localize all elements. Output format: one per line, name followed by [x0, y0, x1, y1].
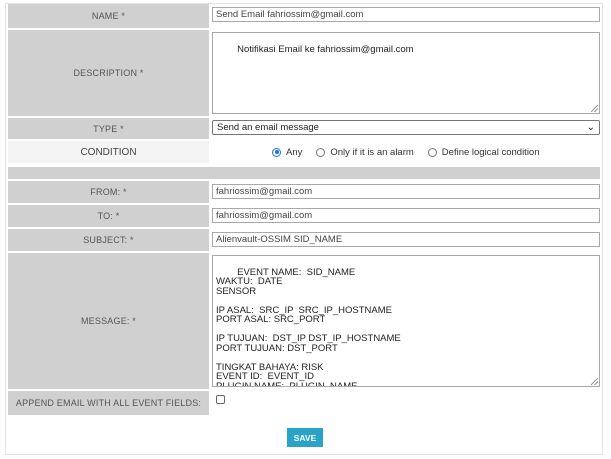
resize-grip-icon[interactable]	[591, 105, 598, 112]
condition-option-alarm[interactable]: Only if it is an alarm	[316, 146, 414, 158]
append-label: APPEND EMAIL WITH ALL EVENT FIELDS:	[8, 391, 209, 415]
subject-input[interactable]: Alienvault-OSSIM SID_NAME	[212, 232, 600, 247]
type-select[interactable]: Send an email message ⌄	[212, 120, 600, 135]
radio-checked-icon[interactable]	[272, 147, 281, 157]
to-label: TO: *	[8, 205, 209, 227]
condition-label: CONDITION	[8, 141, 209, 163]
message-label: MESSAGE: *	[8, 253, 209, 389]
condition-option-label: Define logical condition	[441, 146, 540, 158]
condition-option-logical[interactable]: Define logical condition	[427, 146, 540, 158]
condition-option-label: Only if it is an alarm	[330, 146, 414, 158]
save-button[interactable]: SAVE	[287, 428, 323, 447]
action-form: NAME * Send Email fahriossim@gmail.com D…	[5, 3, 603, 455]
condition-option-label: Any	[286, 146, 303, 158]
description-text: Notifikasi Email ke fahriossim@gmail.com	[237, 43, 414, 55]
message-textarea[interactable]: EVENT NAME: SID_NAME WAKTU: DATE SENSOR …	[212, 255, 600, 387]
from-input[interactable]: fahriossim@gmail.com	[212, 184, 600, 199]
subject-row: SUBJECT: * Alienvault-OSSIM SID_NAME	[6, 229, 602, 251]
condition-row: CONDITION Any Only if it is an alarm Def…	[6, 141, 602, 163]
section-divider	[8, 167, 600, 179]
radio-unchecked-icon[interactable]	[316, 147, 326, 157]
condition-radio-group: Any Only if it is an alarm Define logica…	[272, 141, 554, 163]
type-row: TYPE * Send an email message ⌄	[6, 118, 602, 139]
from-row: FROM: * fahriossim@gmail.com	[6, 181, 602, 203]
resize-grip-icon[interactable]	[591, 378, 598, 385]
name-input[interactable]: Send Email fahriossim@gmail.com	[212, 7, 600, 22]
append-checkbox[interactable]	[216, 395, 225, 404]
description-label: DESCRIPTION *	[8, 30, 209, 116]
condition-option-any[interactable]: Any	[272, 147, 302, 158]
type-label: TYPE *	[8, 118, 209, 139]
message-text: EVENT NAME: SID_NAME WAKTU: DATE SENSOR …	[216, 266, 401, 387]
append-row: APPEND EMAIL WITH ALL EVENT FIELDS:	[6, 391, 602, 415]
name-label: NAME *	[8, 4, 209, 28]
message-row: MESSAGE: * EVENT NAME: SID_NAME WAKTU: D…	[6, 253, 602, 389]
to-input[interactable]: fahriossim@gmail.com	[212, 208, 600, 223]
chevron-down-icon: ⌄	[586, 122, 595, 133]
description-textarea[interactable]: Notifikasi Email ke fahriossim@gmail.com	[212, 32, 600, 114]
from-label: FROM: *	[8, 181, 209, 203]
subject-label: SUBJECT: *	[8, 229, 209, 251]
description-row: DESCRIPTION * Notifikasi Email ke fahrio…	[6, 30, 602, 116]
to-row: TO: * fahriossim@gmail.com	[6, 205, 602, 227]
name-row: NAME * Send Email fahriossim@gmail.com	[6, 4, 602, 28]
radio-unchecked-icon[interactable]	[427, 147, 437, 157]
type-select-value: Send an email message	[217, 122, 319, 133]
